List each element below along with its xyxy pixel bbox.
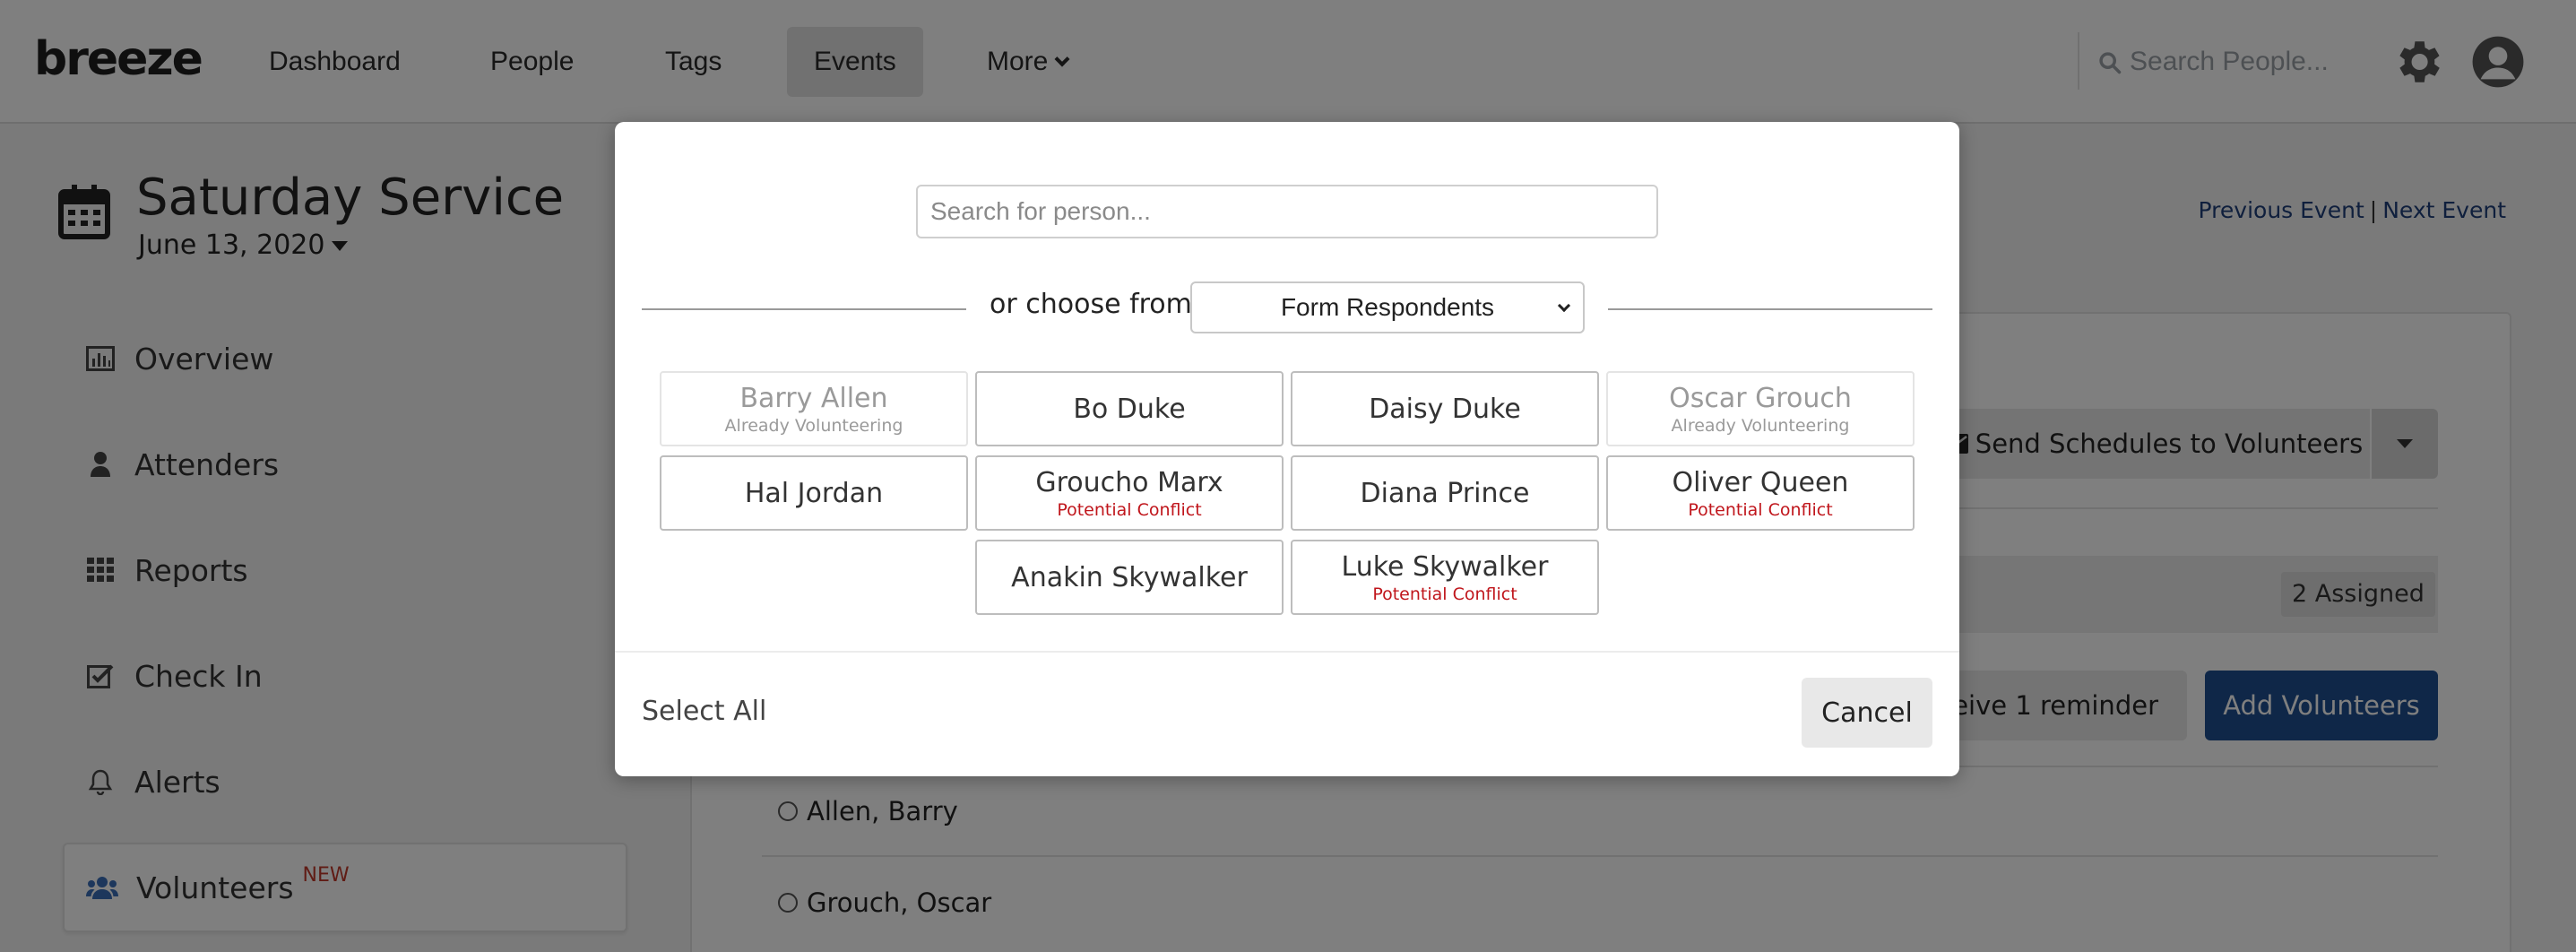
divider-line — [642, 308, 966, 310]
person-card-disabled: Oscar Grouch Already Volunteering — [1606, 371, 1915, 446]
person-status: Already Volunteering — [724, 415, 903, 436]
person-status: Already Volunteering — [1671, 415, 1850, 436]
person-name: Groucho Marx — [1035, 466, 1223, 498]
person-card[interactable]: Daisy Duke — [1291, 371, 1599, 446]
person-name: Diana Prince — [1360, 477, 1530, 509]
chevron-down-icon — [1557, 299, 1571, 313]
person-card[interactable]: Bo Duke — [975, 371, 1284, 446]
person-name: Hal Jordan — [744, 477, 884, 509]
conflict-warning: Potential Conflict — [1372, 584, 1517, 604]
person-name: Daisy Duke — [1369, 393, 1521, 425]
modal-footer-divider — [615, 651, 1959, 653]
source-select-value: Form Respondents — [1280, 293, 1495, 321]
cancel-button[interactable]: Cancel — [1802, 678, 1932, 748]
person-name: Bo Duke — [1073, 393, 1186, 425]
person-name: Oliver Queen — [1672, 466, 1849, 498]
person-card-conflict[interactable]: Oliver Queen Potential Conflict — [1606, 455, 1915, 531]
conflict-warning: Potential Conflict — [1688, 499, 1833, 520]
person-name: Anakin Skywalker — [1011, 561, 1248, 593]
person-name: Luke Skywalker — [1341, 550, 1549, 583]
person-card-conflict[interactable]: Groucho Marx Potential Conflict — [975, 455, 1284, 531]
person-card[interactable]: Hal Jordan — [660, 455, 968, 531]
search-person-input[interactable] — [916, 185, 1658, 238]
person-card[interactable]: Anakin Skywalker — [975, 540, 1284, 615]
person-name: Barry Allen — [739, 382, 888, 414]
conflict-warning: Potential Conflict — [1057, 499, 1202, 520]
person-card-disabled: Barry Allen Already Volunteering — [660, 371, 968, 446]
add-volunteers-modal: or choose from Form Respondents Barry Al… — [615, 122, 1959, 776]
choose-from-label: or choose from — [990, 289, 1192, 320]
person-card-conflict[interactable]: Luke Skywalker Potential Conflict — [1291, 540, 1599, 615]
person-card[interactable]: Diana Prince — [1291, 455, 1599, 531]
person-name: Oscar Grouch — [1669, 382, 1852, 414]
select-all-link[interactable]: Select All — [642, 696, 766, 727]
divider-line — [1608, 308, 1932, 310]
source-select[interactable]: Form Respondents — [1190, 281, 1585, 333]
